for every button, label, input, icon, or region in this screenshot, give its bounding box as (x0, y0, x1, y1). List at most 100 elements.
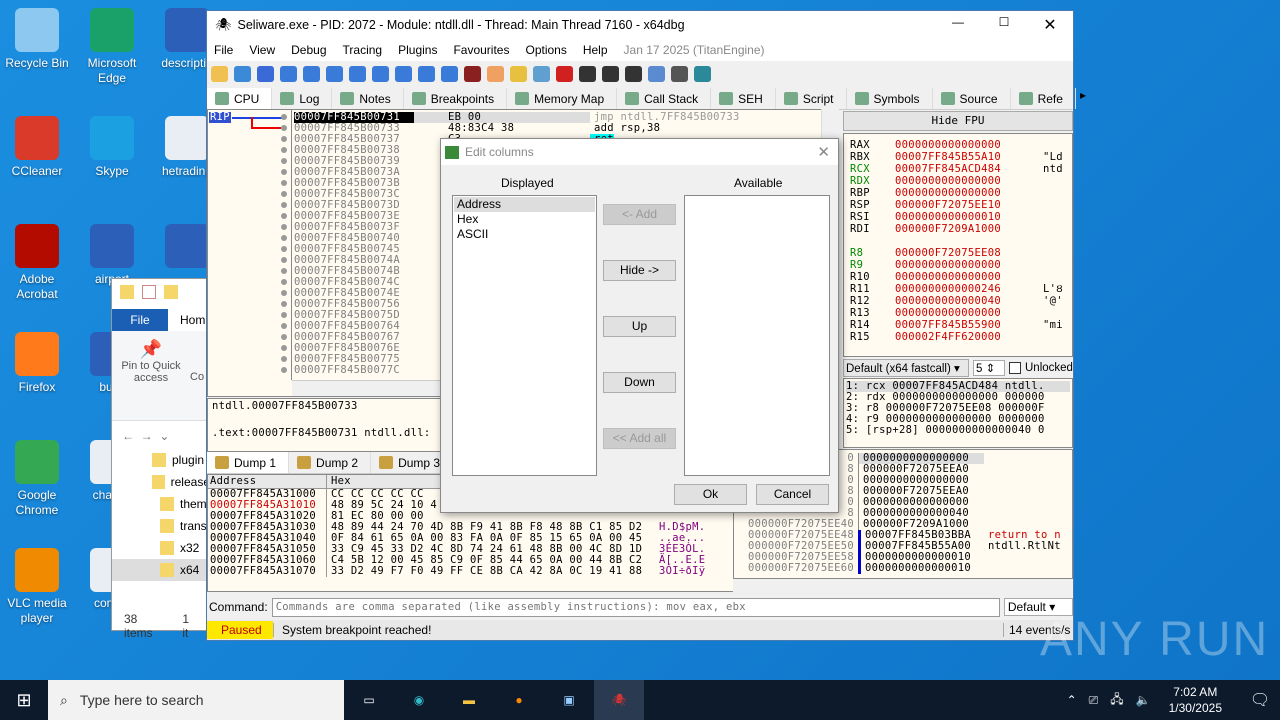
strings-icon[interactable] (625, 65, 642, 82)
hide-fpu-button[interactable]: Hide FPU (843, 111, 1073, 131)
tab-memory-map[interactable]: Memory Map (507, 88, 618, 109)
desktop-icon[interactable]: CCleaner (0, 116, 74, 179)
desktop-icon[interactable]: Google Chrome (0, 440, 74, 518)
menu-view[interactable]: View (249, 43, 275, 57)
scylla-icon[interactable] (464, 65, 481, 82)
tab-script[interactable]: Script (776, 88, 847, 109)
variables-icon[interactable] (602, 65, 619, 82)
firefox-taskbar-icon[interactable]: ● (494, 693, 544, 707)
breakpoint-dot[interactable] (281, 356, 287, 362)
argument-row[interactable]: 5: [rsp+28] 0000000000000040 0 (846, 425, 1070, 436)
breakpoint-dot[interactable] (281, 345, 287, 351)
tab-log[interactable]: Log (272, 88, 333, 109)
step-into-icon[interactable] (326, 65, 343, 82)
tab-notes[interactable]: Notes (332, 88, 404, 109)
calling-convention-select[interactable]: Default (x64 fastcall) ▾ (843, 359, 969, 377)
explorer-taskbar-icon[interactable]: ▬ (444, 693, 494, 707)
displayed-column-item[interactable]: Hex (454, 212, 595, 227)
desktop-icon[interactable]: Recycle Bin (0, 8, 74, 71)
start-button[interactable]: ⊞ (0, 690, 48, 711)
volume-icon[interactable]: 🔈 (1136, 693, 1151, 707)
register-row[interactable]: RDI 000000F7209A1000 (850, 224, 1072, 236)
desktop-icon[interactable]: VLC media player (0, 548, 74, 626)
dump-header-address[interactable]: Address (208, 475, 327, 488)
arguments-view[interactable]: 1: rcx 00007FF845ACD484 ntdll. 2: rdx 000… (843, 378, 1073, 448)
breakpoint-dot[interactable] (281, 125, 287, 131)
stack-row[interactable]: 000000F72075EE60 0000000000000010 (734, 563, 1072, 574)
network-icon[interactable]: 🖧 (1110, 690, 1123, 711)
menu-file[interactable]: File (214, 43, 233, 57)
x64dbg-taskbar-icon[interactable]: 🕷 (594, 680, 644, 720)
tab-dump-1[interactable]: Dump 1 (207, 452, 290, 473)
desktop-icon[interactable]: Microsoft Edge (75, 8, 149, 86)
tabs-scroll-right[interactable]: ▸ (1076, 88, 1090, 109)
pin-quick-access-button[interactable]: 📌 Pin to Quick access (112, 331, 190, 420)
add-button[interactable]: <- Add (603, 204, 676, 225)
nav-arrows[interactable]: ← → ⌄ (112, 421, 210, 449)
bookmarks-icon[interactable] (556, 65, 573, 82)
menu-help[interactable]: Help (583, 43, 608, 57)
app-taskbar-icon[interactable]: ▣ (544, 693, 594, 707)
breakpoint-dot[interactable] (281, 158, 287, 164)
labels-icon[interactable] (533, 65, 550, 82)
minimize-button[interactable]: — (935, 15, 981, 35)
breakpoint-dot[interactable] (281, 114, 287, 120)
displayed-column-item[interactable]: ASCII (454, 227, 595, 242)
run-to-user-code-icon[interactable] (441, 65, 458, 82)
functions-icon[interactable] (579, 65, 596, 82)
breakpoint-dot[interactable] (281, 301, 287, 307)
breakpoint-dot[interactable] (281, 323, 287, 329)
menu-tracing[interactable]: Tracing (343, 43, 383, 57)
web-icon[interactable] (694, 65, 711, 82)
step-over-icon[interactable] (349, 65, 366, 82)
breakpoint-dot[interactable] (281, 202, 287, 208)
folder-item[interactable]: x64 (112, 559, 210, 581)
restart-icon[interactable] (234, 65, 251, 82)
calculator-icon[interactable] (671, 65, 688, 82)
camera-icon[interactable]: ⎚ (1089, 693, 1099, 708)
folder-item[interactable]: x32 (112, 537, 210, 559)
breakpoint-dot[interactable] (281, 191, 287, 197)
tab-symbols[interactable]: Symbols (847, 88, 933, 109)
breakpoint-dot[interactable] (281, 136, 287, 142)
registers-view[interactable]: RAX 0000000000000000 RBX 00007FF845B55A10 "L… (843, 133, 1073, 357)
breakpoint-dot[interactable] (281, 224, 287, 230)
breakpoint-dot[interactable] (281, 169, 287, 175)
file-explorer-window[interactable]: File Hom 📌 Pin to Quick access Co ← → ⌄ … (111, 278, 211, 640)
breakpoint-dot[interactable] (281, 147, 287, 153)
breakpoint-dot[interactable] (281, 334, 287, 340)
trace-into-icon[interactable] (372, 65, 389, 82)
edge-taskbar-icon[interactable]: ◉ (394, 693, 444, 707)
breakpoint-dot[interactable] (281, 290, 287, 296)
breakpoint-dot[interactable] (281, 312, 287, 318)
available-list[interactable] (684, 195, 830, 476)
breakpoint-dot[interactable] (281, 180, 287, 186)
breakpoint-dot[interactable] (281, 246, 287, 252)
menu-debug[interactable]: Debug (291, 43, 326, 57)
trace-over-icon[interactable] (395, 65, 412, 82)
taskbar-search[interactable]: ⌕ Type here to search (48, 680, 344, 720)
tab-dump-2[interactable]: Dump 2 (289, 452, 372, 473)
desktop-icon[interactable]: Firefox (0, 332, 74, 395)
maximize-button[interactable]: ☐ (981, 15, 1027, 35)
breakpoint-dot[interactable] (281, 235, 287, 241)
menu-plugins[interactable]: Plugins (398, 43, 437, 57)
register-row[interactable]: R15 000002F4FF620000 (850, 332, 1072, 344)
breakpoint-dot[interactable] (281, 257, 287, 263)
add-all-button[interactable]: << Add all (603, 428, 676, 449)
open-icon[interactable] (211, 65, 228, 82)
menu-favourites[interactable]: Favourites (453, 43, 509, 57)
tab-cpu[interactable]: CPU (207, 88, 273, 109)
menu-options[interactable]: Options (525, 43, 566, 57)
down-button[interactable]: Down (603, 372, 676, 393)
comments-icon[interactable] (510, 65, 527, 82)
breakpoint-dot[interactable] (281, 279, 287, 285)
tray-chevron-icon[interactable]: ⌃ (1067, 693, 1077, 707)
folder-item[interactable]: trans (112, 515, 210, 537)
breakpoint-dot[interactable] (281, 367, 287, 373)
tab-seh[interactable]: SEH (711, 88, 776, 109)
dump-header-hex[interactable]: Hex (327, 475, 351, 488)
tab-source[interactable]: Source (933, 88, 1011, 109)
displayed-list[interactable]: Address Hex ASCII (452, 195, 597, 476)
up-button[interactable]: Up (603, 316, 676, 337)
